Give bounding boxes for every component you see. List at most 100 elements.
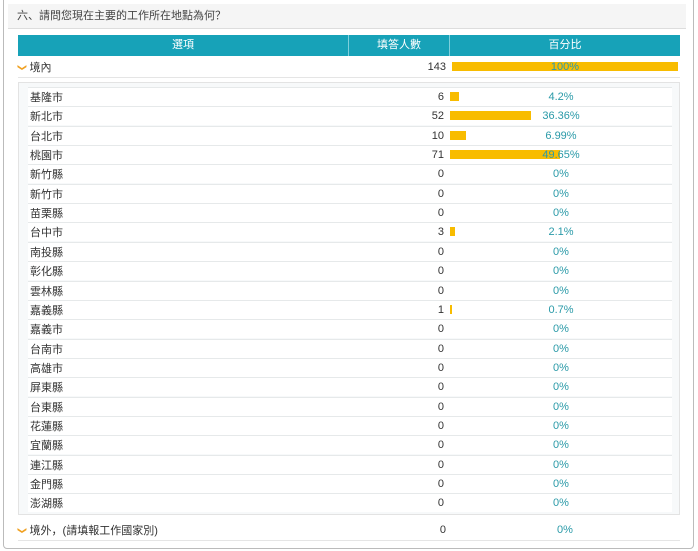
row-percent: 0%: [553, 207, 569, 220]
table-row: 新竹縣 0 0%: [28, 164, 672, 184]
table-row: 屏東縣 0 0%: [28, 377, 672, 397]
row-label: 嘉義縣: [30, 304, 63, 317]
group-count: 0: [439, 524, 446, 536]
row-label: 南投縣: [30, 246, 63, 259]
header-percent: 百分比: [548, 39, 582, 51]
row-count: 0: [437, 187, 444, 200]
row-percent: 0%: [553, 478, 569, 490]
row-count: 71: [431, 149, 444, 162]
table-row: 高雄市 0 0%: [28, 357, 672, 377]
row-count: 0: [437, 497, 444, 510]
table-header: 選項 填答人數 百分比: [18, 35, 680, 56]
question-title: 六、請問您現在主要的工作所在地點為何？: [8, 4, 686, 29]
row-label: 台東縣: [30, 401, 63, 414]
row-label: 宜蘭縣: [30, 440, 63, 453]
chevron-down-icon[interactable]: ❯: [16, 63, 27, 71]
table-row: 嘉義市 0 0%: [28, 319, 672, 339]
table-row: 新北市 52 36.36%: [28, 106, 672, 126]
row-count: 0: [437, 323, 444, 336]
row-percent: 0%: [553, 168, 569, 181]
row-percent: 0%: [553, 381, 569, 394]
row-label: 高雄市: [30, 362, 63, 375]
table-row: 苗栗縣 0 0%: [28, 203, 672, 223]
row-label: 新竹市: [30, 188, 63, 201]
row-percent: 0%: [553, 342, 569, 355]
row-label: 苗栗縣: [30, 208, 63, 221]
table-row: 彰化縣 0 0%: [28, 261, 672, 281]
table-row: 台東縣 0 0%: [28, 396, 672, 416]
table-row: 連江縣 0 0%: [28, 454, 672, 474]
header-count: 填答人數: [349, 35, 450, 56]
row-count: 0: [437, 439, 444, 452]
row-percent: 2.1%: [548, 226, 574, 239]
row-label: 雲林縣: [30, 285, 63, 298]
table-row: 雲林縣 0 0%: [28, 280, 672, 300]
row-percent: 0%: [553, 245, 569, 258]
row-percent: 6.99%: [545, 129, 577, 142]
table-row: 新竹市 0 0%: [28, 183, 672, 203]
row-label: 花蓮縣: [30, 420, 63, 433]
table-row: 金門縣 0 0%: [28, 474, 672, 493]
row-percent: 0%: [553, 458, 569, 471]
group-row[interactable]: ❯ 境內 143 100%: [16, 57, 680, 78]
group-label: 境外，(請填報工作國家別): [29, 525, 158, 537]
row-percent: 0.7%: [548, 303, 574, 316]
row-percent: 0%: [553, 439, 569, 452]
table-row: 基隆市 6 4.2%: [28, 87, 672, 106]
row-label: 台北市: [30, 130, 63, 143]
row-percent: 49.65%: [542, 149, 580, 162]
row-count: 0: [437, 342, 444, 355]
row-label: 基隆市: [30, 92, 63, 104]
row-count: 3: [437, 226, 444, 239]
row-count: 0: [437, 265, 444, 278]
row-count: 0: [437, 168, 444, 181]
row-count: 0: [437, 245, 444, 258]
domestic-breakdown: 基隆市 6 4.2% 新北市 52 36.36% 台北市 10 6.99% 桃園…: [18, 82, 680, 515]
row-label: 台中市: [30, 227, 63, 240]
group-label: 境內: [29, 62, 52, 74]
row-percent: 0%: [553, 284, 569, 297]
row-count: 0: [437, 361, 444, 374]
row-percent: 4.2%: [548, 91, 574, 103]
survey-result-panel: 六、請問您現在主要的工作所在地點為何？ 選項 填答人數 百分比 ❯ 境內 143 …: [0, 0, 698, 551]
row-percent: 0%: [553, 265, 569, 278]
row-label: 桃園市: [30, 150, 63, 163]
row-label: 彰化縣: [30, 266, 63, 279]
row-count: 0: [437, 478, 444, 490]
row-percent: 0%: [553, 497, 569, 510]
row-percent: 0%: [553, 400, 569, 413]
table-row: 桃園市 71 49.65%: [28, 145, 672, 165]
row-count: 0: [437, 284, 444, 297]
group-row[interactable]: ❯ 境外，(請填報工作國家別) 0 0%: [16, 520, 680, 541]
row-percent: 36.36%: [542, 110, 580, 123]
table-row: 澎湖縣 0 0%: [28, 493, 672, 513]
row-percent: 0%: [553, 187, 569, 200]
chevron-down-icon[interactable]: ❯: [16, 526, 27, 534]
row-label: 屏東縣: [30, 382, 63, 395]
row-count: 0: [437, 400, 444, 413]
row-count: 0: [437, 458, 444, 471]
row-label: 台南市: [30, 343, 63, 356]
row-label: 新北市: [30, 111, 63, 124]
row-count: 1: [437, 303, 444, 316]
row-count: 6: [437, 91, 444, 103]
group-percent: 100%: [550, 61, 580, 73]
row-label: 連江縣: [30, 459, 63, 472]
row-percent: 0%: [553, 323, 569, 336]
group-count: 143: [427, 61, 446, 73]
row-count: 52: [431, 110, 444, 123]
group-percent: 0%: [557, 524, 573, 536]
row-percent: 0%: [553, 361, 569, 374]
row-label: 新竹縣: [30, 169, 63, 182]
table-row: 台中市 3 2.1%: [28, 222, 672, 242]
row-count: 0: [437, 381, 444, 394]
row-label: 嘉義市: [30, 324, 63, 337]
row-label: 澎湖縣: [30, 498, 63, 511]
table-row: 嘉義縣 1 0.7%: [28, 299, 672, 319]
table-row: 台北市 10 6.99%: [28, 125, 672, 145]
row-count: 10: [431, 129, 444, 142]
table-row: 宜蘭縣 0 0%: [28, 435, 672, 455]
row-label: 金門縣: [30, 479, 63, 491]
header-option: 選項: [18, 35, 349, 56]
table-row: 台南市 0 0%: [28, 338, 672, 358]
